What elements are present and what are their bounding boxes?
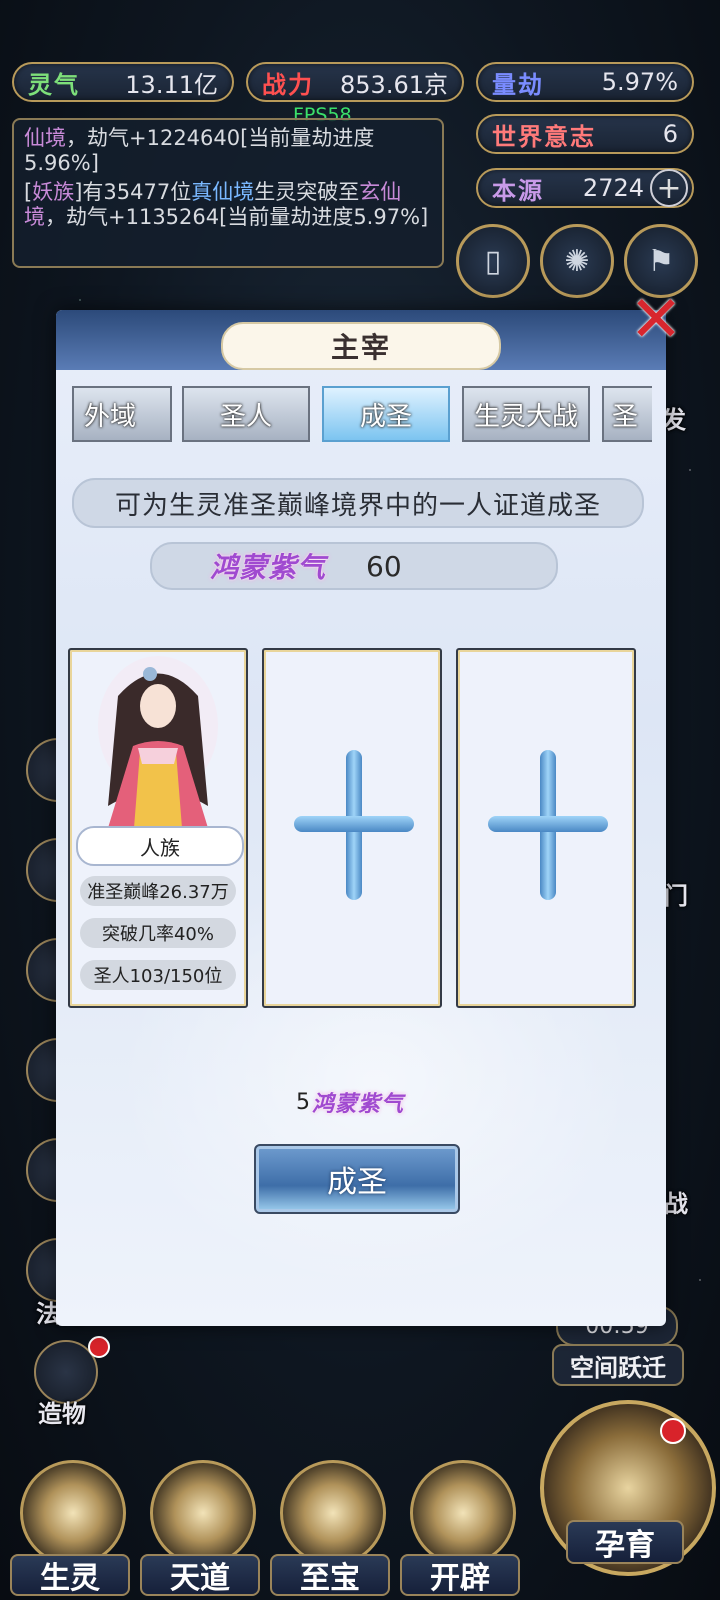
tab-shengren[interactable]: 圣人	[182, 386, 310, 442]
stat-zhanli-label: 战力	[262, 70, 314, 99]
notification-dot	[88, 1336, 110, 1358]
character-race: 人族	[76, 826, 244, 866]
stat-benyuan-label: 本源	[492, 176, 544, 205]
stat-shijie-value: 6	[662, 120, 678, 148]
log-realm: 仙境	[24, 126, 66, 150]
log-line-1: 仙境，劫气+1224640[当前量劫进度5.96%]	[24, 126, 432, 176]
character-level: 准圣巅峰26.37万	[80, 876, 236, 906]
nav-shengling[interactable]: 生灵	[10, 1450, 130, 1600]
nav-tiandao[interactable]: 天道	[140, 1450, 260, 1600]
log-text: ]有35477位	[74, 180, 192, 204]
event-log[interactable]: 仙境，劫气+1224640[当前量劫进度5.96%] [妖族]有35477位真仙…	[12, 118, 444, 268]
log-race: 妖族	[32, 180, 75, 204]
character-saints: 圣人103/150位	[80, 960, 236, 990]
add-benyuan-button[interactable]: +	[650, 169, 688, 207]
reward-amount: 5	[296, 1089, 310, 1115]
side-label-right-3: 战	[664, 1190, 688, 1218]
stat-liangjie-label: 量劫	[492, 70, 544, 99]
stat-lingqi-value: 13.11亿	[125, 70, 218, 99]
cost-bar: 鸿蒙紫气 60	[150, 542, 558, 590]
swirl-icon	[150, 1460, 256, 1566]
tab-waiyu[interactable]: 外域	[72, 386, 172, 442]
add-slot-icon	[294, 750, 414, 900]
nav-label-kaipi: 开辟	[400, 1554, 520, 1596]
log-text: ，劫气+1135264[当前量劫进度5.97%]	[45, 205, 429, 229]
log-text: 生灵突破至	[254, 180, 360, 204]
reward-line: 5 鸿蒙紫气	[296, 1086, 404, 1118]
vortex-icon[interactable]: ✺	[540, 224, 614, 298]
lotus-icon	[280, 1460, 386, 1566]
log-text: ，劫气+1224640[当前量劫进度5.96%]	[24, 126, 375, 175]
close-icon[interactable]: ✕	[624, 288, 688, 352]
stat-lingqi-label: 灵气	[28, 70, 80, 99]
stat-benyuan: 本源 2724 +	[476, 168, 694, 208]
log-line-2: [妖族]有35477位真仙境生灵突破至玄仙境，劫气+1135264[当前量劫进度…	[24, 180, 432, 230]
nav-label-tiandao: 天道	[140, 1554, 260, 1596]
nav-label-shengling: 生灵	[10, 1554, 130, 1596]
phone-icon[interactable]: ▯	[456, 224, 530, 298]
character-card[interactable]: 人族 准圣巅峰26.37万 突破几率40% 圣人103/150位	[68, 648, 248, 1008]
phoenix-icon	[20, 1460, 126, 1566]
tab-bar: 外域 圣人 成圣 生灵大战 圣	[72, 386, 652, 448]
stat-benyuan-value: 2724	[582, 174, 644, 202]
become-saint-button[interactable]: 成圣	[254, 1144, 460, 1214]
notification-dot	[660, 1418, 686, 1444]
cost-value: 60	[366, 549, 402, 583]
stat-zhanli: 战力 853.61京	[246, 62, 464, 102]
log-text: [	[24, 180, 33, 204]
tab-shengling-dazhan[interactable]: 生灵大战	[462, 386, 590, 442]
modal-title: 主宰	[221, 322, 501, 370]
character-portrait	[98, 656, 218, 828]
reward-name: 鸿蒙紫气	[312, 1092, 405, 1117]
nav-zhibao[interactable]: 至宝	[270, 1450, 390, 1600]
tab-partial[interactable]: 圣	[602, 386, 652, 442]
empty-slot-2[interactable]	[456, 648, 636, 1008]
stat-shijie-label: 世界意志	[492, 122, 596, 151]
cost-resource-name: 鸿蒙紫气	[210, 551, 327, 584]
space-jump-button[interactable]: 空间跃迁	[552, 1344, 684, 1386]
stat-liangjie-value: 5.97%	[601, 68, 678, 96]
flame-icon	[410, 1460, 516, 1566]
description-bar: 可为生灵准圣巅峰境界中的一人证道成圣	[72, 478, 644, 528]
side-label-zaowu: 造物	[38, 1400, 86, 1428]
character-chance: 突破几率40%	[80, 918, 236, 948]
nav-label-zhibao: 至宝	[270, 1554, 390, 1596]
tab-chengsheng[interactable]: 成圣	[322, 386, 450, 442]
stat-zhanli-value: 853.61京	[340, 70, 448, 99]
stat-lingqi: 灵气 13.11亿	[12, 62, 234, 102]
empty-slot-1[interactable]	[262, 648, 442, 1008]
dominate-modal: 主宰 外域 圣人 成圣 生灵大战 圣 可为生灵准圣巅峰境界中的一人证道成圣 鸿蒙…	[56, 310, 666, 1326]
nav-kaipi[interactable]: 开辟	[400, 1450, 520, 1600]
add-slot-icon	[488, 750, 608, 900]
stat-liangjie: 量劫 5.97%	[476, 62, 694, 102]
stat-shijie: 世界意志 6	[476, 114, 694, 154]
log-realm: 真仙境	[191, 180, 255, 204]
side-label-right-2: 门	[664, 882, 688, 910]
nav-label-yunyu[interactable]: 孕育	[566, 1520, 684, 1564]
